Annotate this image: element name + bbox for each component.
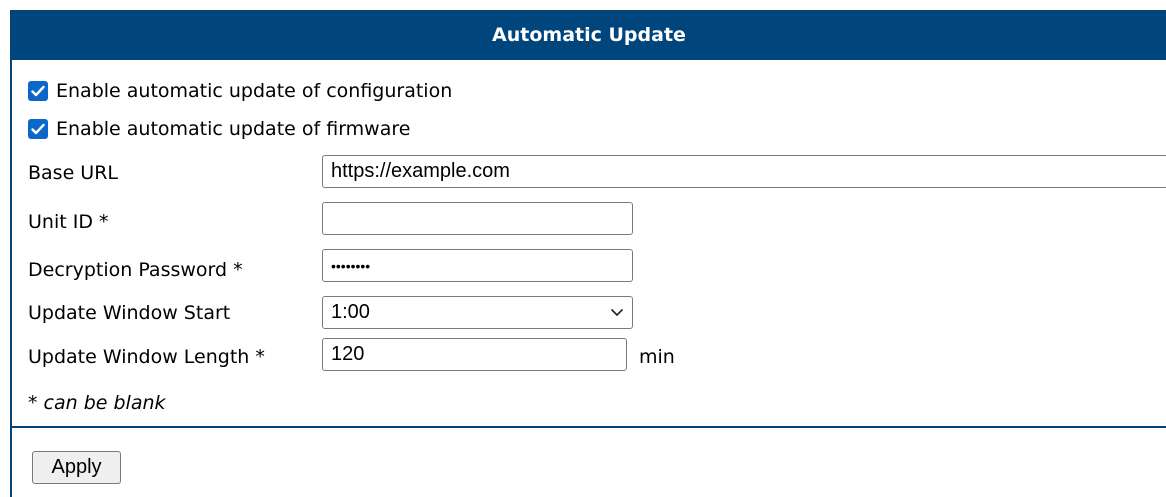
base-url-input[interactable]: https://example.com [322,155,1166,188]
enable-firmware-update-checkbox[interactable] [28,119,48,139]
window-start-value: 1:00 [331,301,370,323]
window-length-label: Update Window Length * [28,346,265,368]
unit-id-label: Unit ID * [28,211,109,233]
window-length-value: 120 [331,343,365,365]
apply-button[interactable]: Apply [32,451,121,484]
panel-title: Automatic Update [12,10,1166,60]
base-url-label: Base URL [28,162,118,184]
enable-firmware-update-label: Enable automatic update of firmware [56,118,411,140]
decryption-password-value: •••••••• [331,257,371,274]
enable-config-update-label: Enable automatic update of configuration [56,80,453,102]
automatic-update-panel: Automatic Update Enable automatic update… [10,10,1166,497]
window-length-input[interactable]: 120 [322,338,627,371]
blank-note: * can be blank [28,392,166,414]
window-start-label: Update Window Start [28,302,231,324]
section-divider [12,426,1166,428]
enable-config-update-row[interactable]: Enable automatic update of configuration [28,71,1166,111]
base-url-value: https://example.com [331,160,510,182]
chevron-down-icon [610,308,624,317]
window-length-unit: min [639,346,675,368]
checkmark-icon [31,123,45,135]
window-start-select[interactable]: 1:00 [322,296,633,329]
enable-config-update-checkbox[interactable] [28,81,48,101]
unit-id-input[interactable] [322,202,633,235]
checkmark-icon [31,85,45,97]
enable-firmware-update-row[interactable]: Enable automatic update of firmware [28,109,1166,149]
decryption-password-input[interactable]: •••••••• [322,249,633,282]
decryption-password-label: Decryption Password * [28,259,243,281]
